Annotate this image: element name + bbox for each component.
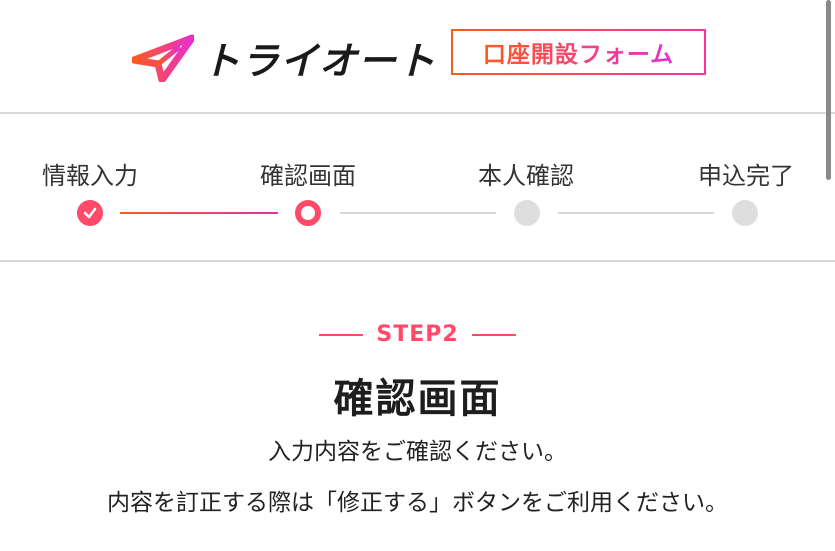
step-connector-3: [558, 212, 714, 214]
step-number-text: STEP2: [376, 322, 459, 347]
header: トライオート 口座開設フォーム: [0, 0, 835, 112]
step-connector-1: [120, 212, 278, 214]
step-dot-4: [732, 200, 758, 226]
step-label-4: 申込完了: [698, 162, 794, 190]
step-dot-1: [77, 200, 103, 226]
checkmark-icon: [83, 207, 97, 219]
page-title: 確認画面: [333, 376, 502, 422]
description-2: 内容を訂正する際は「修正する」ボタンをご利用ください。: [107, 490, 728, 516]
step-connector-2: [340, 212, 496, 214]
brand-name: トライオート: [202, 39, 437, 83]
progress-steps: 情報入力 確認画面 本人確認 申込完了: [0, 114, 835, 260]
step-label-3: 本人確認: [478, 162, 574, 190]
scrollbar[interactable]: [826, 0, 831, 180]
steps-divider: [0, 260, 835, 262]
paper-plane-logo-icon: [132, 34, 194, 82]
form-badge-label: 口座開設フォーム: [483, 35, 674, 69]
step-label-2: 確認画面: [260, 162, 356, 190]
step-number-line-right: [471, 333, 516, 336]
step-label-1: 情報入力: [42, 162, 138, 190]
step-number-line-left: [319, 333, 364, 336]
step-dot-3: [514, 200, 540, 226]
description-1: 入力内容をご確認ください。: [268, 439, 567, 465]
form-badge: 口座開設フォーム: [451, 29, 706, 75]
step-number: STEP2: [0, 322, 835, 347]
brand-logo[interactable]: トライオート: [132, 30, 436, 85]
step-dot-2: [295, 200, 321, 226]
